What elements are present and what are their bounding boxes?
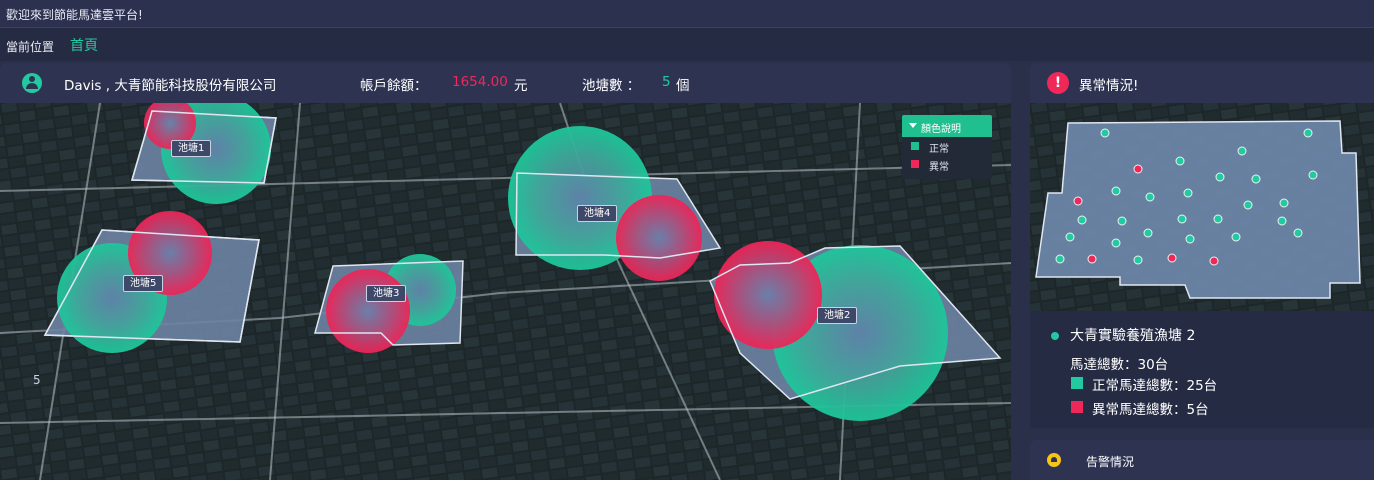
normal-motor-pin[interactable] <box>1251 174 1261 184</box>
balance-value: 1654.00 <box>452 74 508 90</box>
abnormal-title: 異常情況! <box>1079 78 1139 94</box>
normal-motor-pin[interactable] <box>1293 228 1303 238</box>
normal-motor-pin[interactable] <box>1231 232 1241 242</box>
pond-3-shape[interactable] <box>314 254 464 353</box>
normal-motor-pin[interactable] <box>1175 156 1185 166</box>
alarm-panel[interactable]: 告警情況 <box>1030 440 1374 480</box>
balance-label: 帳戶餘額： <box>360 78 428 94</box>
pond-status-dot <box>1051 332 1059 340</box>
pond-name: 大青實驗養殖漁塘 2 <box>1070 328 1196 344</box>
abnormal-motor-pin[interactable] <box>1087 254 1097 264</box>
normal-motor-pin[interactable] <box>1213 214 1223 224</box>
normal-motor-pin[interactable] <box>1111 186 1121 196</box>
balance-unit: 元 <box>514 78 528 94</box>
map-side-number: 5 <box>33 373 41 387</box>
abnormal-motor-pin[interactable] <box>1167 253 1177 263</box>
pond-2-label[interactable]: 池塘2 <box>817 307 858 324</box>
normal-motor-pin[interactable] <box>1117 216 1127 226</box>
normal-motor-pin[interactable] <box>1277 216 1287 226</box>
bell-icon <box>1047 453 1061 467</box>
legend-label-abnormal: 異常 <box>929 162 949 173</box>
normal-motor-pin[interactable] <box>1308 170 1318 180</box>
normal-motor-pin[interactable] <box>1055 254 1065 264</box>
normal-motor-pin[interactable] <box>1133 255 1143 265</box>
normal-motor-swatch <box>1071 377 1083 389</box>
pond-count-unit: 個 <box>676 78 690 94</box>
normal-motor-pin[interactable] <box>1237 146 1247 156</box>
pond-4-label[interactable]: 池塘4 <box>577 205 618 222</box>
legend-label-normal: 正常 <box>929 144 949 155</box>
normal-motor-pin[interactable] <box>1183 188 1193 198</box>
pond-1-label[interactable]: 池塘1 <box>171 140 212 157</box>
pond-map-panel: Davis , 大青節能科技股份有限公司 帳戶餘額： 1654.00 元 池塘數… <box>0 63 1011 480</box>
alarm-title: 告警情況 <box>1086 455 1135 469</box>
abnormal-motor-pin[interactable] <box>1073 196 1083 206</box>
caret-down-icon <box>909 123 917 128</box>
user-icon <box>22 73 42 93</box>
normal-motor-pin[interactable] <box>1177 214 1187 224</box>
normal-swatch <box>911 142 919 150</box>
welcome-text: 歡迎來到節能馬達雲平台! <box>6 8 143 22</box>
abnormal-motor-swatch <box>1071 401 1083 413</box>
pond-motor-summary: 大青實驗養殖漁塘 2 馬達總數：30台 正常馬達總數：25台 異常馬達總數：5台 <box>1030 311 1374 428</box>
legend-item-abnormal: 異常 <box>902 155 992 173</box>
normal-motor-pin[interactable] <box>1100 128 1110 138</box>
legend-toggle[interactable]: 顏色說明 <box>902 115 992 137</box>
normal-motor-pin[interactable] <box>1243 200 1253 210</box>
breadcrumb-label: 當前位置 <box>6 40 55 54</box>
top-bar: 歡迎來到節能馬達雲平台! <box>0 0 1374 28</box>
normal-motor-pin[interactable] <box>1077 215 1087 225</box>
motor-total: 馬達總數：30台 <box>1070 357 1169 373</box>
abnormal-motor-pin[interactable] <box>1133 164 1143 174</box>
pond-detail-map[interactable] <box>1030 103 1374 311</box>
normal-motor-pin[interactable] <box>1215 172 1225 182</box>
abnormal-swatch <box>911 160 919 168</box>
normal-motor-pin[interactable] <box>1279 198 1289 208</box>
normal-motor-pin[interactable] <box>1143 228 1153 238</box>
legend-title: 顏色說明 <box>921 124 961 135</box>
normal-motor-pin[interactable] <box>1145 192 1155 202</box>
normal-motor-pin[interactable] <box>1303 128 1313 138</box>
abnormal-motor-pin[interactable] <box>1209 256 1219 266</box>
pond-3-label[interactable]: 池塘3 <box>366 285 407 302</box>
breadcrumb-home-link[interactable]: 首頁 <box>70 35 98 55</box>
pond-count-value: 5 <box>662 74 671 90</box>
pond-5-label[interactable]: 池塘5 <box>123 275 164 292</box>
abnormal-motor-count: 異常馬達總數：5台 <box>1092 402 1209 418</box>
normal-motor-count: 正常馬達總數：25台 <box>1092 378 1218 394</box>
abnormal-panel: ! 異常情況! 大青實驗養殖漁塘 2 馬達總數：30台 正常馬達總數：25台 異… <box>1030 63 1374 428</box>
normal-motor-pin[interactable] <box>1185 234 1195 244</box>
color-legend: 顏色說明 正常 異常 <box>902 115 992 179</box>
pond-detail-canvas <box>1030 103 1374 311</box>
alert-icon: ! <box>1047 72 1069 94</box>
pond-count-label: 池塘數 ： <box>582 78 641 94</box>
legend-item-normal: 正常 <box>902 137 992 155</box>
normal-motor-pin[interactable] <box>1065 232 1075 242</box>
satellite-map[interactable]: 池塘1 池塘5 池塘3 池塘4 池塘2 顏色說明 正常 異常 5 <box>0 103 1011 480</box>
normal-motor-pin[interactable] <box>1111 238 1121 248</box>
breadcrumb: 當前位置 首頁 <box>0 28 1374 61</box>
account-header: Davis , 大青節能科技股份有限公司 帳戶餘額： 1654.00 元 池塘數… <box>0 63 1011 103</box>
user-company: Davis , 大青節能科技股份有限公司 <box>64 78 277 94</box>
